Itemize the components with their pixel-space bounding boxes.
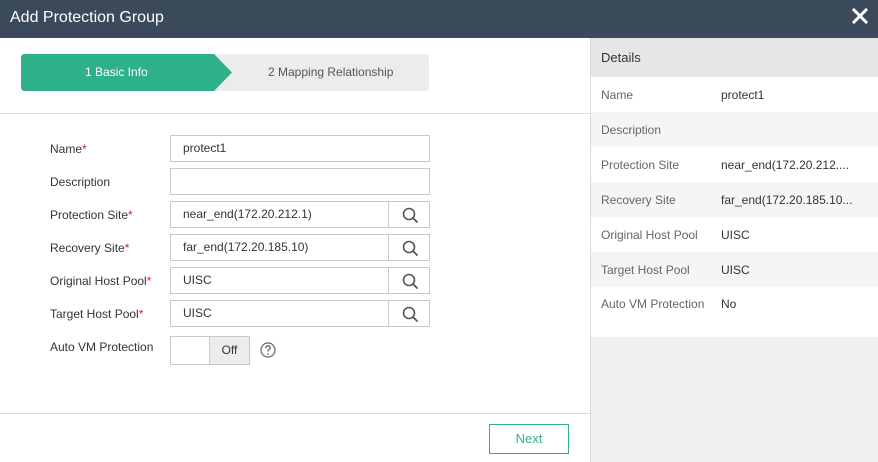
help-icon[interactable] xyxy=(260,342,276,358)
required-marker: * xyxy=(146,274,152,288)
protection-site-label: Protection Site* xyxy=(50,208,133,222)
details-header: Details xyxy=(591,38,878,77)
details-value: protect1 xyxy=(721,88,765,102)
details-row-protection-site: Protection Site near_end(172.20.212.... xyxy=(591,147,878,182)
details-value: far_end(172.20.185.10... xyxy=(721,193,853,207)
details-key: Protection Site xyxy=(601,158,680,172)
recovery-site-input[interactable]: far_end(172.20.185.10) xyxy=(170,234,389,261)
search-icon xyxy=(402,306,418,322)
details-value: UISC xyxy=(721,263,750,277)
required-marker: * xyxy=(82,142,87,156)
details-key: Original Host Pool xyxy=(601,228,698,242)
dialog-title: Add Protection Group xyxy=(10,9,164,26)
details-value: UISC xyxy=(721,228,750,242)
details-row-description: Description xyxy=(591,112,878,147)
auto-vm-protection-label: Auto VM Protection xyxy=(50,340,154,354)
recovery-site-search-button[interactable] xyxy=(388,234,430,261)
name-label: Name* xyxy=(50,142,87,156)
search-icon xyxy=(402,240,418,256)
details-key: Recovery Site xyxy=(601,193,676,207)
details-row-original-host-pool: Original Host Pool UISC xyxy=(591,217,878,252)
required-marker: * xyxy=(138,307,144,321)
divider-top xyxy=(0,113,590,114)
original-host-pool-search-button[interactable] xyxy=(388,267,430,294)
details-key: Name xyxy=(601,88,634,102)
details-title: Details xyxy=(601,50,641,65)
target-host-pool-label: Target Host Pool* xyxy=(50,307,144,321)
target-host-pool-search-button[interactable] xyxy=(388,300,430,327)
name-input[interactable]: protect1 xyxy=(170,135,430,162)
required-marker: * xyxy=(128,208,133,222)
details-key: Target Host Pool xyxy=(601,263,690,277)
details-row-target-host-pool: Target Host Pool UISC xyxy=(591,252,878,287)
recovery-site-label: Recovery Site* xyxy=(50,241,130,255)
form-panel: 2 Mapping Relationship 1 Basic Info Name… xyxy=(0,38,590,462)
title-bar: Add Protection Group xyxy=(0,0,878,38)
required-marker: * xyxy=(124,241,130,255)
details-value: No xyxy=(721,297,737,311)
original-host-pool-label: Original Host Pool* xyxy=(50,274,152,288)
original-host-pool-input[interactable]: UISC xyxy=(170,267,389,294)
step-1-label: 1 Basic Info xyxy=(85,65,148,79)
protection-site-search-button[interactable] xyxy=(388,201,430,228)
step-indicator: 2 Mapping Relationship 1 Basic Info xyxy=(21,54,429,91)
divider-bottom xyxy=(0,413,590,414)
search-icon xyxy=(402,207,418,223)
details-row-recovery-site: Recovery Site far_end(172.20.185.10... xyxy=(591,182,878,217)
close-icon[interactable] xyxy=(852,8,868,24)
toggle-state: Off xyxy=(209,337,249,364)
details-key: Description xyxy=(601,123,662,137)
details-value: near_end(172.20.212.... xyxy=(721,158,850,172)
description-label: Description xyxy=(50,175,111,189)
details-row-name: Name protect1 xyxy=(591,77,878,112)
auto-vm-protection-toggle[interactable]: Off xyxy=(170,336,250,365)
search-icon xyxy=(402,273,418,289)
details-panel: Details Name protect1 Description Protec… xyxy=(590,38,878,462)
description-input[interactable] xyxy=(170,168,430,195)
step-2-label: 2 Mapping Relationship xyxy=(268,65,394,79)
details-key: Auto VM Protection xyxy=(601,297,705,311)
next-button[interactable]: Next xyxy=(489,424,569,454)
details-row-auto-vm-protection: Auto VM Protection No xyxy=(591,287,878,337)
target-host-pool-input[interactable]: UISC xyxy=(170,300,389,327)
protection-site-input[interactable]: near_end(172.20.212.1) xyxy=(170,201,389,228)
